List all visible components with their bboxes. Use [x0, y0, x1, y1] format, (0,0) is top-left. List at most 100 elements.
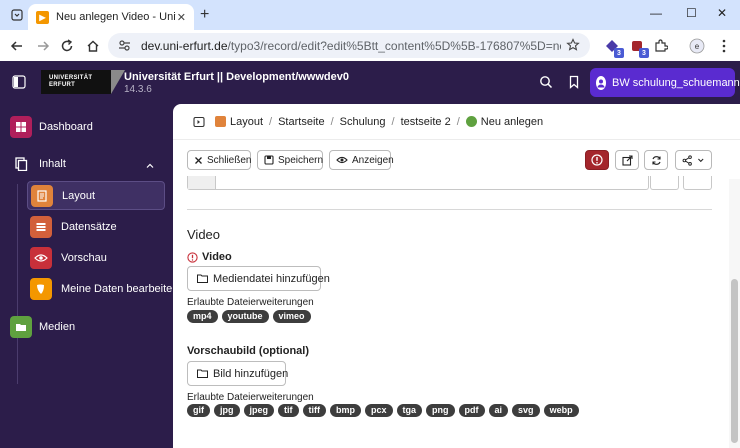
sidebar-item-dashboard[interactable]: Dashboard — [10, 114, 183, 140]
thumbnail-field-label: Vorschaubild (optional) — [187, 345, 310, 357]
ext-badge: youtube — [221, 310, 269, 323]
sidebar-label-layout: Layout — [62, 189, 96, 202]
scrollbar-thumb[interactable] — [731, 279, 738, 443]
media-icon — [10, 316, 32, 338]
browser-tab-bar: ▶ Neu anlegen Video - Universitä ✕ + — ☐… — [0, 0, 740, 30]
ext-badge: pcx — [365, 404, 393, 417]
link-clear-button[interactable] — [683, 176, 712, 190]
layout-icon — [31, 184, 53, 207]
browser-toolbar: dev.uni-erfurt.de/typo3/record/edit?edit… — [0, 30, 740, 61]
browser-tab[interactable]: ▶ Neu anlegen Video - Universitä ✕ — [28, 4, 194, 30]
university-logo[interactable]: UNIVERSITÄT ERFURT — [41, 70, 125, 94]
sidebar-label-vorschau: Vorschau — [61, 251, 107, 264]
address-bar[interactable]: dev.uni-erfurt.de/typo3/record/edit?edit… — [108, 33, 590, 58]
sidebar-item-layout[interactable]: Layout — [27, 181, 165, 210]
close-button[interactable]: Schließen — [187, 150, 251, 170]
sidebar-item-inhalt[interactable]: Inhalt — [10, 151, 183, 177]
breadcrumb-schulung[interactable]: Schulung — [340, 116, 386, 128]
ext-badge: bmp — [330, 404, 362, 417]
ext-badge: png — [426, 404, 455, 417]
extensions-puzzle-icon[interactable] — [652, 37, 670, 55]
previous-field-input[interactable] — [187, 176, 649, 190]
ext-badge: pdf — [458, 404, 485, 417]
refresh-icon — [651, 155, 661, 165]
back-icon[interactable] — [8, 37, 26, 55]
sidebar-label-datensaetze: Datensätze — [61, 220, 117, 233]
ext-badge: ai — [488, 404, 509, 417]
ext-badge: vimeo — [272, 310, 311, 323]
scrollbar[interactable] — [729, 179, 740, 448]
user-avatar-icon — [596, 75, 606, 90]
content-icon — [10, 153, 32, 175]
typo3-favicon-icon: ▶ — [36, 10, 49, 24]
new-record-icon — [465, 116, 477, 127]
ext-badge: tif — [278, 404, 299, 417]
profile-icon[interactable]: e — [688, 37, 706, 55]
site-info-icon[interactable] — [118, 39, 131, 52]
svg-text:e: e — [695, 42, 700, 51]
sidebar-label-medien: Medien — [39, 321, 76, 333]
extension-2-badge: 3 — [639, 48, 649, 58]
close-tab-icon[interactable]: ✕ — [177, 11, 186, 24]
video-ext-badges: mp4 youtube vimeo — [187, 310, 311, 323]
sidebar-item-medien[interactable]: Medien — [10, 314, 183, 340]
thumbnail-ext-badges: gif jpg jpeg tif tiff bmp pcx tga png pd… — [187, 404, 579, 417]
search-icon[interactable] — [539, 75, 553, 89]
dashboard-icon — [10, 116, 32, 138]
save-button[interactable]: Speichern — [257, 150, 323, 170]
thumbnail-allowed-ext-label: Erlaubte Dateierweiterungen — [187, 392, 314, 403]
open-new-window-button[interactable] — [615, 150, 639, 170]
breadcrumb-layout[interactable]: Layout — [215, 116, 263, 128]
section-title: Video — [187, 227, 221, 242]
folder-icon — [197, 274, 208, 283]
add-image-button[interactable]: Bild hinzufügen — [187, 361, 288, 386]
browser-menu-icon[interactable] — [715, 37, 733, 55]
add-media-button[interactable]: Mediendatei hinzufügen — [187, 266, 330, 291]
eye-icon — [336, 156, 348, 164]
chevron-up-icon[interactable] — [145, 161, 155, 171]
ext-badge: tga — [396, 404, 423, 417]
button-bar: Schließen Speichern Anzeigen — [173, 141, 740, 179]
tab-title: Neu anlegen Video - Universitä — [56, 11, 176, 23]
chevron-down-icon — [698, 158, 704, 163]
bookmark-icon[interactable] — [567, 75, 581, 89]
reload-button[interactable] — [644, 150, 668, 170]
share-dropdown-button[interactable] — [675, 150, 712, 170]
sidebar-label-inhalt: Inhalt — [39, 158, 66, 170]
logo-text: UNIVERSITÄT ERFURT — [49, 75, 93, 88]
view-button[interactable]: Anzeigen — [329, 150, 394, 170]
breadcrumb: Layout / Startseite / Schulung / testsei… — [173, 104, 740, 140]
close-icon — [194, 156, 203, 165]
breadcrumb-startseite[interactable]: Startseite — [278, 116, 324, 128]
minimize-icon[interactable]: — — [650, 6, 662, 20]
sidebar-label-meine-daten: Meine Daten bearbeiten — [61, 282, 179, 295]
extension-2-icon[interactable]: 3 — [628, 37, 649, 58]
sidebar-item-vorschau[interactable]: Vorschau — [27, 243, 165, 272]
sidebar-item-meine-daten[interactable]: Meine Daten bearbeiten — [27, 274, 178, 303]
video-field-label: Video — [187, 251, 232, 263]
extension-1-icon[interactable]: 3 — [603, 37, 624, 58]
breadcrumb-testseite[interactable]: testseite 2 — [401, 116, 451, 128]
preview-eye-icon — [30, 246, 52, 269]
ext-badge: tiff — [302, 404, 327, 417]
error-button[interactable] — [585, 150, 609, 170]
ext-badge: jpg — [214, 404, 240, 417]
link-wizard-button[interactable] — [650, 176, 679, 190]
share-icon — [682, 154, 692, 166]
user-menu-button[interactable]: BW schulung_schuemann — [590, 68, 740, 97]
save-icon — [264, 155, 274, 165]
bookmark-star-icon[interactable] — [566, 38, 580, 52]
new-tab-icon[interactable]: + — [200, 6, 209, 24]
sidebar-item-datensaetze[interactable]: Datensätze — [27, 212, 165, 241]
toggle-tree-icon[interactable] — [193, 116, 205, 128]
typo3-topbar: UNIVERSITÄT ERFURT Universität Erfurt ||… — [0, 61, 740, 104]
maximize-icon[interactable]: ☐ — [686, 6, 697, 20]
forward-icon[interactable] — [34, 37, 52, 55]
tab-list-icon[interactable] — [8, 6, 26, 24]
extension-1-badge: 3 — [614, 48, 624, 58]
reload-icon[interactable] — [58, 37, 76, 55]
sidebar-toggle-icon[interactable] — [12, 75, 26, 89]
sidebar-label-dashboard: Dashboard — [39, 121, 93, 133]
window-close-icon[interactable]: ✕ — [717, 6, 727, 20]
home-icon[interactable] — [84, 37, 102, 55]
